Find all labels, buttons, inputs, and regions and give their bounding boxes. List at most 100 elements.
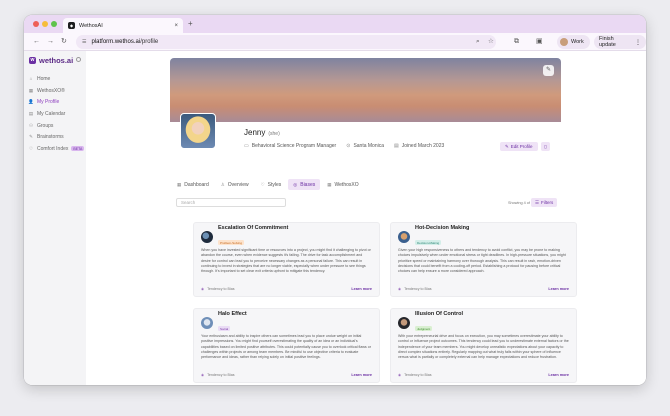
address-bar[interactable]: ☰ platform.wethos.ai/profile ⌕ ☆ [76,35,496,49]
reload-icon[interactable]: ↻ [61,36,67,48]
extensions-icon[interactable]: ⧉ [514,36,519,48]
tab-label: Biases [300,181,316,188]
tab-styles[interactable]: ♡ Styles [256,179,287,190]
bias-search-input[interactable]: Search [176,198,286,207]
sidebar-item-home[interactable]: ⌂ Home [24,73,86,85]
card-header: Hot-Decision Making Decision-Making [398,225,569,245]
tab-label: Overview [227,181,249,188]
learn-more-link[interactable]: Learn more [351,287,372,291]
profile-button[interactable]: Work [557,35,590,49]
profile-joined: ▤ Joined March 2023 [394,143,444,149]
sidebar-item-label: Brainstorms [37,134,64,141]
card-category: ◉ Tendency to Bias [398,373,432,377]
tab-wethosxo[interactable]: ▦ WethosXO [322,179,363,190]
more-menu-icon[interactable]: ⋮ [635,39,641,46]
profile-name: Jenny (she) [244,128,280,137]
sidebar-item-brainstorms[interactable]: ✎ Brainstorms [24,131,86,143]
card-description: When you have invested significant time … [201,248,371,274]
edit-cover-button[interactable]: ✎ [543,65,554,76]
back-arrow-icon[interactable]: ← [33,36,40,48]
learn-more-link[interactable]: Learn more [351,373,372,377]
url-path: /profile [140,39,159,45]
person-icon: ♙ [220,181,225,187]
sidebar-item-wethosxo[interactable]: ▦ WethosXO® [24,85,86,97]
address-url: platform.wethos.ai/profile [91,39,158,45]
card-category-text: Tendency to Bias [404,373,432,377]
sidebar-item-label: My Calendar [37,110,66,117]
sidebar-item-groups[interactable]: ⚇ Groups [24,120,86,132]
zoom-icon[interactable]: ⌕ [476,35,480,49]
card-footer: ◉ Tendency to Bias Learn more [398,287,569,291]
sidebar-item-label: My Profile [37,99,60,106]
browser-toolbar: ← → ↻ ☰ platform.wethos.ai/profile ⌕ ☆ ⧉… [24,33,646,51]
card-title-group: Illusion Of Control Judgment [415,311,463,335]
card-tag: Judgment [415,326,433,331]
card-category: ◉ Tendency to Bias [398,287,432,291]
share-profile-button[interactable]: ▯ [541,142,550,151]
forward-arrow-icon[interactable]: → [47,36,54,48]
bias-card-hot-decision[interactable]: Hot-Decision Making Decision-Making Give… [390,222,577,297]
bias-card-illusion-control[interactable]: Illusion Of Control Judgment With your e… [390,308,577,383]
tab-close-icon[interactable]: × [174,23,178,29]
close-window-button[interactable] [33,21,39,27]
new-tab-button[interactable]: + [188,18,193,30]
sidebar-item-my-profile[interactable]: 👤 My Profile [24,96,86,108]
browser-window: ◆ WethosAI × + ← → ↻ ☰ platform.wethos.a… [24,15,646,385]
learn-more-link[interactable]: Learn more [548,373,569,377]
card-footer: ◉ Tendency to Bias Learn more [201,287,372,291]
card-title: Illusion Of Control [415,310,463,317]
site-info-icon[interactable]: ☰ [82,39,86,45]
sidebar-item-label: Groups [37,122,54,129]
tab-label: Styles [267,181,282,188]
sidepanel-icon[interactable]: ▣ [536,36,543,48]
profile-pronouns: (she) [268,131,280,137]
sidebar-item-label: Home [37,75,51,82]
card-description: Your enthusiasm and ability to inspire o… [201,334,371,360]
card-category-text: Tendency to Bias [404,287,432,291]
profile-joined-text: Joined March 2023 [401,143,445,149]
profile-avatar-image [180,113,216,149]
card-category-text: Tendency to Bias [207,287,235,291]
edit-profile-button[interactable]: ✎ Edit Profile [500,142,538,151]
filter-icon: ☰ [535,199,540,205]
url-host: platform.wethos.ai [91,39,141,45]
calendar-icon: ▤ [28,110,34,116]
bookmark-star-icon[interactable]: ☆ [488,35,494,49]
dashboard-icon: ▦ [177,181,182,187]
sidebar-item-my-calendar[interactable]: ▤ My Calendar [24,108,86,120]
finish-update-button[interactable]: Finish update ⋮ [594,35,646,49]
wethos-favicon-icon: ◆ [68,22,75,29]
sidebar-item-label: WethosXO® [37,87,65,94]
browser-tab[interactable]: ◆ WethosAI × [63,18,183,33]
sidebar-item-comfort-index[interactable]: ♡ Comfort Index BETA [24,143,86,155]
card-title: Escalation Of Commitment [218,224,289,231]
tab-overview[interactable]: ♙ Overview [216,179,254,190]
tab-label: WethosXO [334,181,359,188]
profile-meta: ▭ Behavioral Science Program Manager ⊙ San… [244,143,454,149]
card-header: Halo Effect Social [201,311,372,331]
profile-role: ▭ Behavioral Science Program Manager [244,143,336,149]
bias-category-icon: ◉ [201,287,205,291]
bias-card-escalation[interactable]: Escalation Of Commitment Problem-Solving… [193,222,380,297]
card-tag: Decision-Making [415,240,442,245]
filters-button[interactable]: ☰ Filters [531,198,558,207]
maximize-window-button[interactable] [51,21,57,27]
finish-update-label: Finish update [599,36,616,48]
wethos-logo[interactable]: w wethos.ai [29,56,73,65]
app-sidebar: w wethos.ai ⌂ Home ▦ WethosXO® 👤 My Profile… [24,51,86,385]
collapse-sidebar-icon[interactable] [76,57,81,62]
profile-location-text: Santa Monica [353,143,385,149]
tab-dashboard[interactable]: ▦ Dashboard [172,179,214,190]
profile-location: ⊙ Santa Monica [346,143,384,149]
card-footer: ◉ Tendency to Bias Learn more [201,373,372,377]
bias-illustration-icon [201,230,213,243]
user-icon: 👤 [28,99,34,105]
card-category-text: Tendency to Bias [207,373,235,377]
card-description: Given your high responsiveness to others… [398,248,566,274]
bias-card-halo[interactable]: Halo Effect Social Your enthusiasm and a… [193,308,380,383]
minimize-window-button[interactable] [42,21,48,27]
tab-biases[interactable]: ◎ Biases [288,179,321,190]
learn-more-link[interactable]: Learn more [548,287,569,291]
card-tag: Social [218,326,231,331]
beta-badge: BETA [71,146,85,152]
